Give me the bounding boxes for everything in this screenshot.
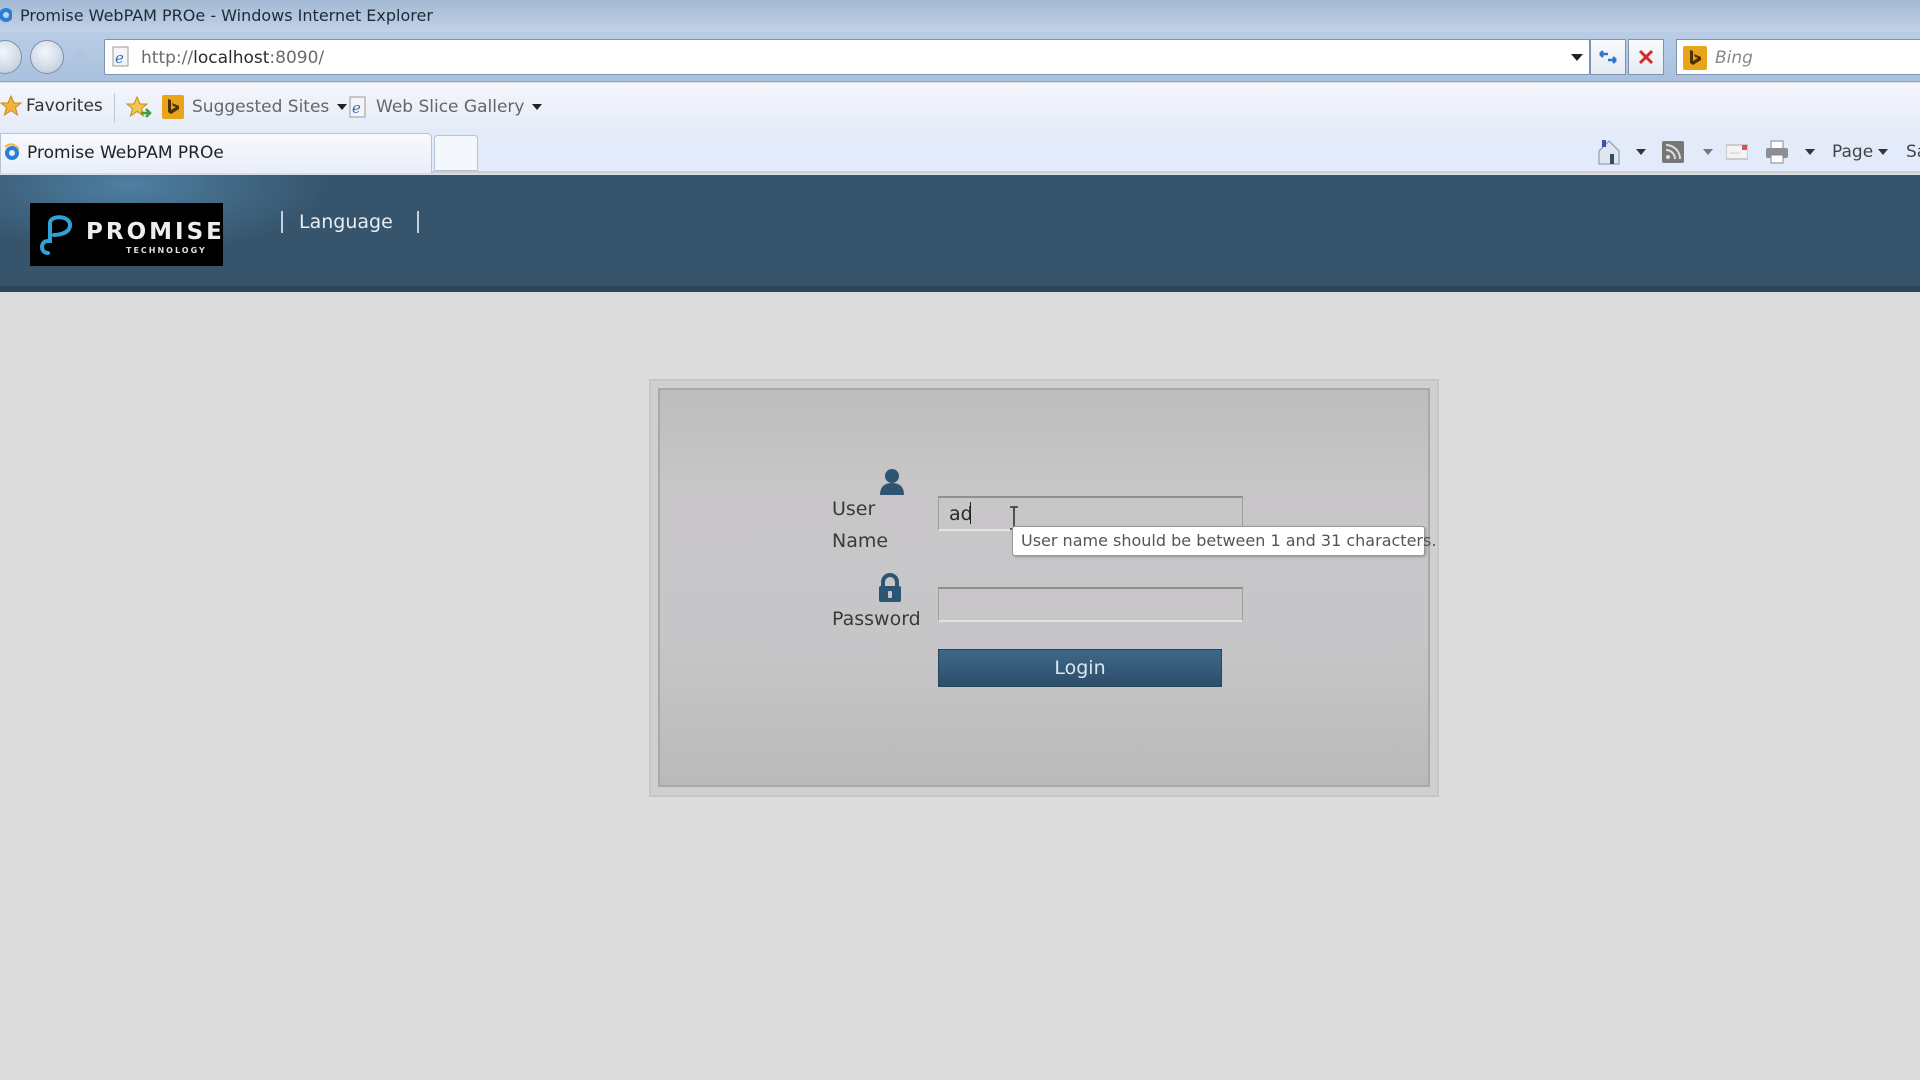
ie-page-icon: e [349, 96, 366, 118]
stop-x-icon [1638, 49, 1654, 65]
address-dropdown-icon[interactable] [1571, 54, 1583, 61]
mail-icon [1726, 144, 1748, 160]
chevron-down-icon [1878, 149, 1889, 155]
window-title: Promise WebPAM PROe - Windows Internet E… [20, 6, 433, 25]
promise-logo-mark-icon [40, 215, 73, 255]
safety-menu-button[interactable]: Sa [1906, 137, 1920, 167]
home-icon [1598, 140, 1620, 165]
promise-logo[interactable]: PROMISE TECHNOLOGY [30, 203, 223, 266]
login-button[interactable]: Login [938, 649, 1222, 687]
app-header: PROMISE TECHNOLOGY Language [0, 175, 1920, 292]
favorites-bar: Favorites Suggested Sites e Web Slice Ga… [0, 83, 1920, 131]
forward-button[interactable] [30, 40, 64, 74]
text-caret [970, 502, 971, 524]
tab-promise-webpam[interactable]: Promise WebPAM PROe [0, 133, 432, 173]
username-label-line1: User [832, 498, 876, 520]
tab-row: Promise WebPAM PROe Page S [0, 131, 1920, 173]
username-validation-tooltip: User name should be between 1 and 31 cha… [1012, 526, 1436, 556]
new-tab-button[interactable] [434, 135, 478, 171]
home-button[interactable] [1596, 137, 1622, 167]
ie-logo-icon [0, 8, 12, 22]
stop-button[interactable] [1628, 39, 1664, 75]
search-placeholder: Bing [1715, 48, 1753, 68]
print-dropdown[interactable] [1805, 137, 1815, 167]
rss-feed-icon [1662, 141, 1684, 163]
favorites-button[interactable]: Favorites [0, 95, 103, 117]
svg-text:e: e [115, 49, 124, 67]
add-to-favorites-button[interactable] [126, 95, 152, 119]
star-icon [0, 95, 22, 117]
username-label-line2: Name [832, 530, 889, 552]
print-button[interactable] [1764, 137, 1790, 167]
printer-icon [1766, 140, 1788, 164]
language-menu-link[interactable]: Language [299, 211, 393, 233]
web-slice-gallery-link[interactable]: e Web Slice Gallery [348, 95, 543, 119]
feeds-dropdown[interactable] [1703, 137, 1713, 167]
read-mail-button[interactable] [1726, 137, 1748, 167]
favorites-separator [114, 93, 115, 123]
refresh-icon [1599, 50, 1617, 64]
svg-text:e: e [352, 99, 361, 117]
address-bar[interactable]: e http://localhost:8090/ [104, 39, 1590, 75]
chevron-down-icon [1636, 149, 1646, 155]
nav-divider [417, 211, 419, 233]
lock-icon [879, 573, 901, 602]
page-menu-button[interactable]: Page [1832, 137, 1889, 167]
home-dropdown[interactable] [1636, 137, 1646, 167]
add-favorite-star-icon [126, 95, 152, 118]
chevron-down-icon [1805, 149, 1815, 155]
logo-wordmark: PROMISE [86, 219, 225, 245]
back-button[interactable] [0, 40, 22, 74]
password-input[interactable] [938, 587, 1243, 622]
recent-pages-dropdown-icon[interactable] [74, 52, 86, 59]
bing-icon [162, 95, 184, 119]
window-titlebar: Promise WebPAM PROe - Windows Internet E… [0, 0, 1920, 32]
ie-logo-icon [4, 143, 20, 160]
bing-icon [1683, 46, 1707, 70]
ie-page-icon: e [112, 46, 129, 67]
suggested-sites-link[interactable]: Suggested Sites [162, 95, 348, 119]
address-url[interactable]: http://localhost:8090/ [141, 48, 324, 68]
password-label: Password [832, 608, 921, 630]
refresh-button[interactable] [1590, 39, 1626, 75]
navigation-bar: e http://localhost:8090/ Bing [0, 32, 1920, 82]
nav-divider [281, 211, 283, 233]
chevron-down-icon [1703, 149, 1713, 155]
user-icon [880, 469, 904, 495]
chevron-down-icon [337, 104, 348, 110]
search-box[interactable]: Bing [1676, 39, 1920, 75]
logo-subtitle: TECHNOLOGY [126, 246, 207, 255]
chevron-down-icon [532, 104, 543, 110]
feeds-button[interactable] [1662, 137, 1684, 167]
